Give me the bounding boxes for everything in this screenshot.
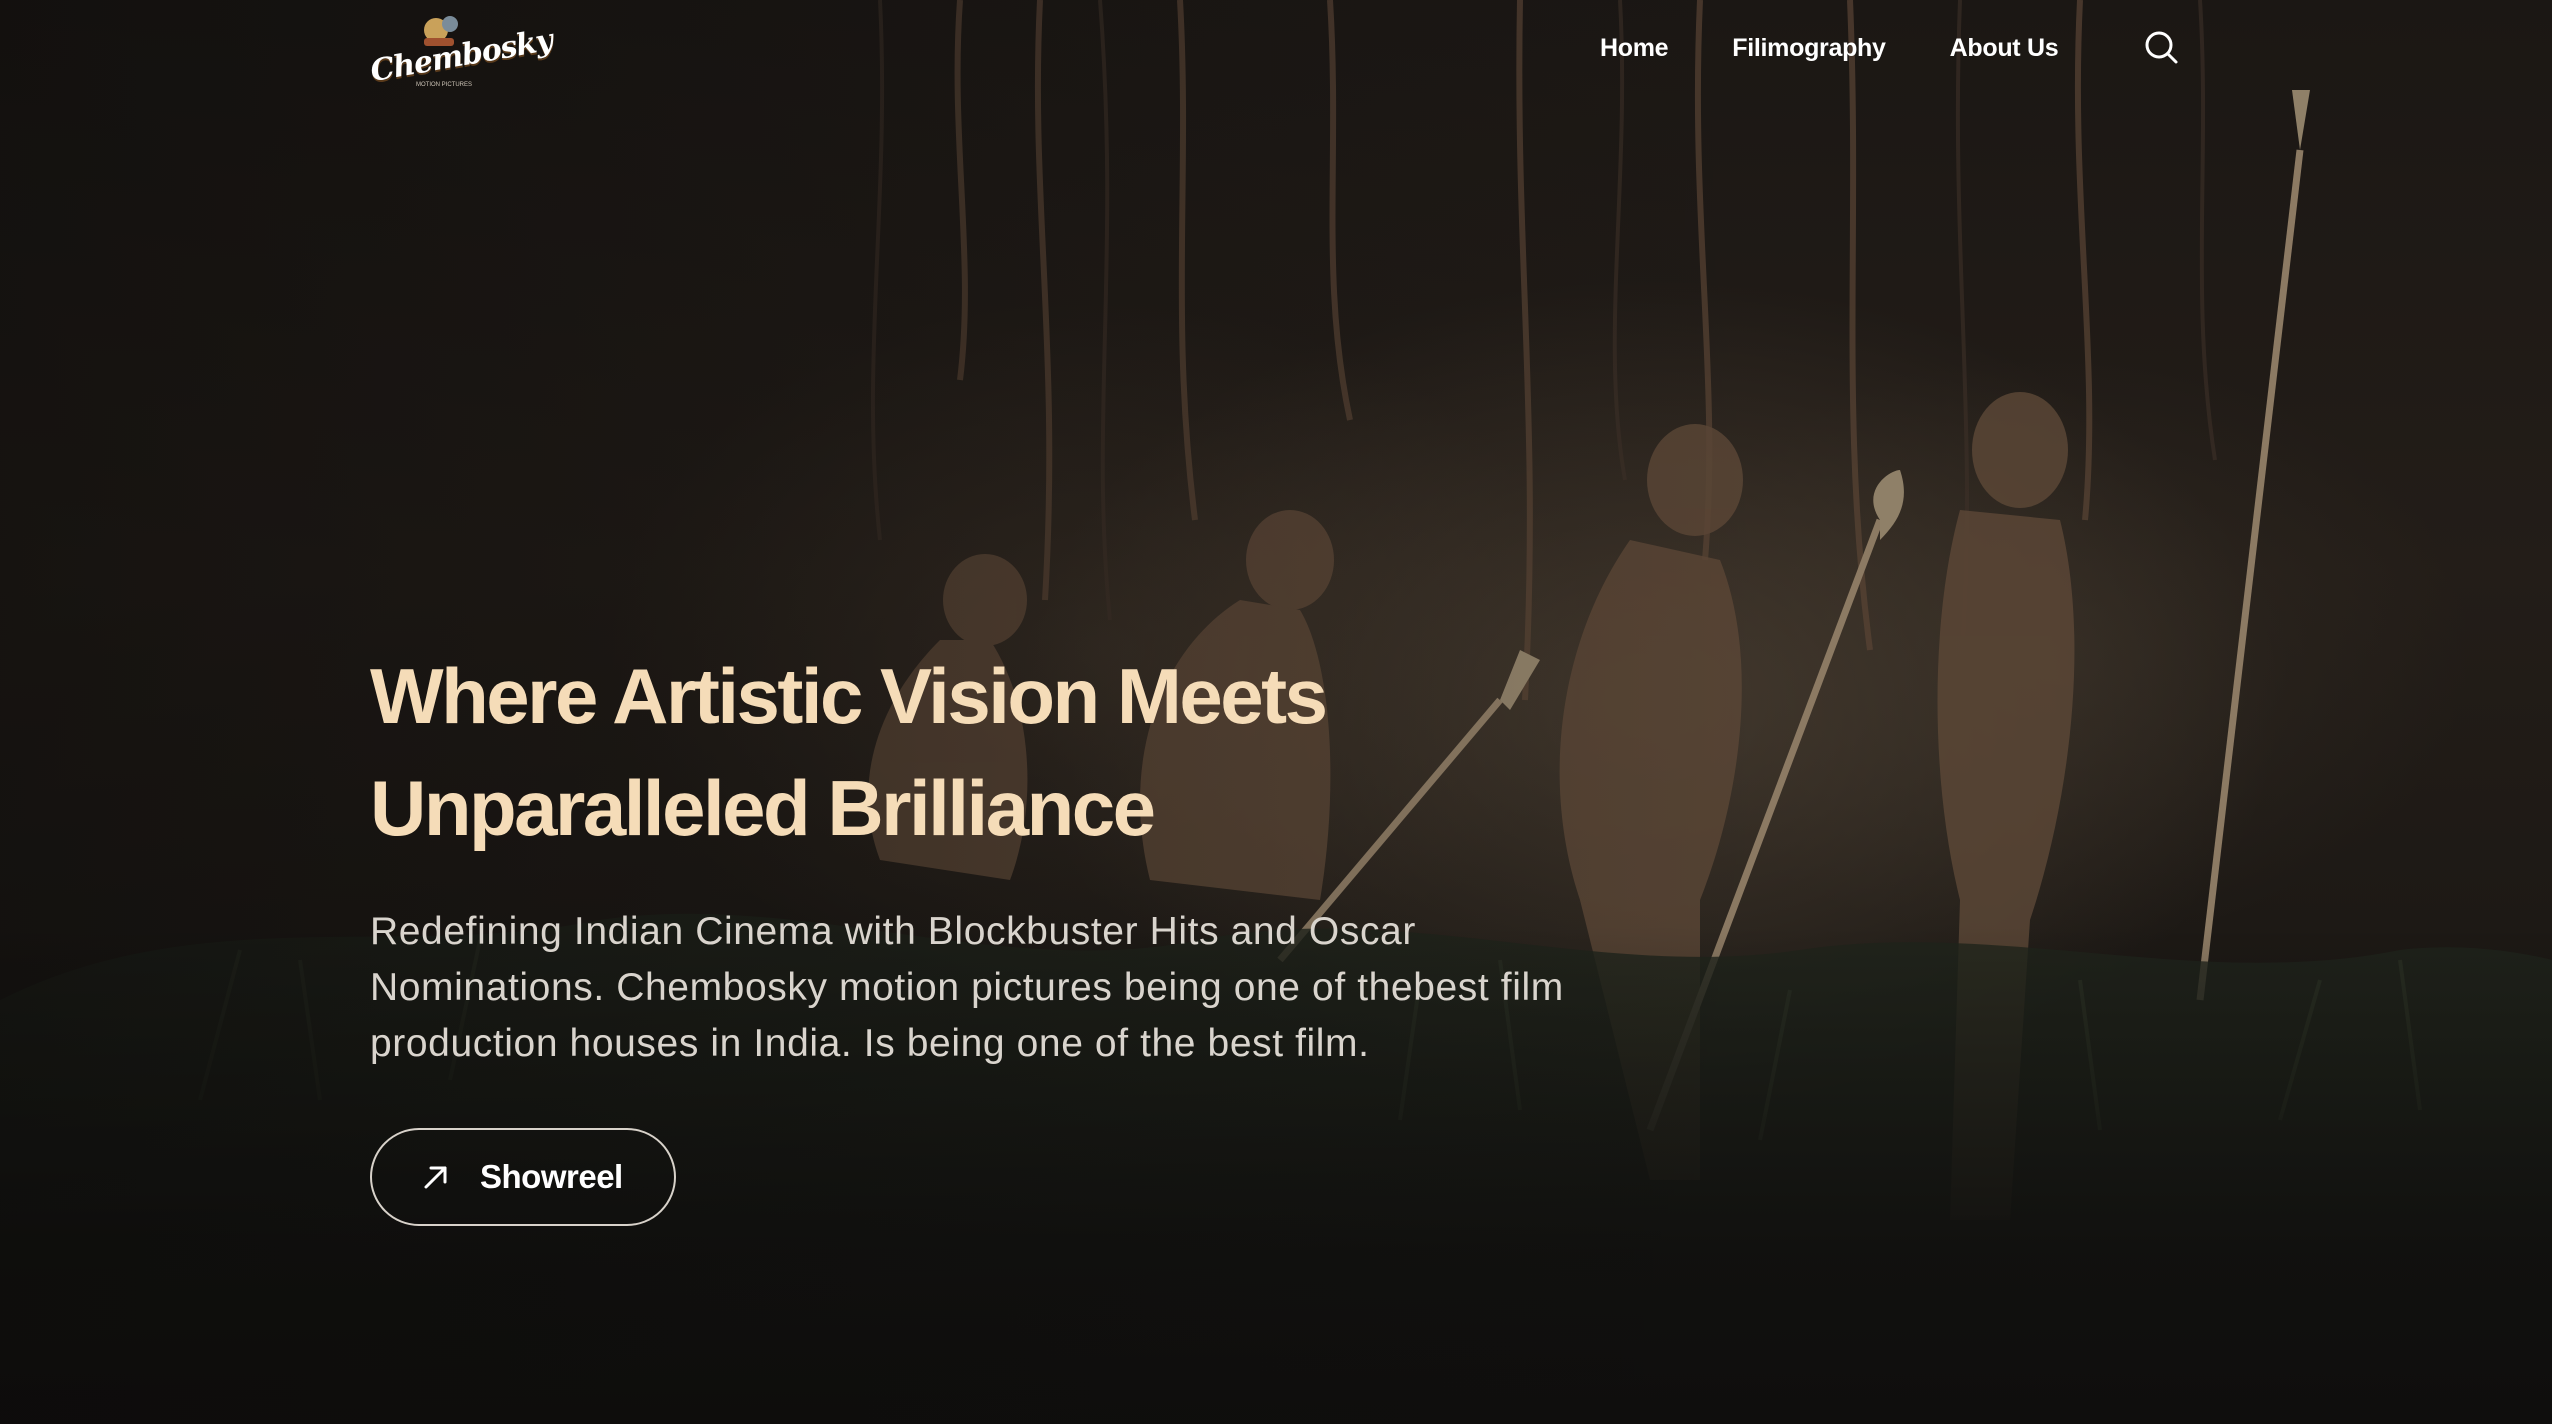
nav-item-about-us[interactable]: About Us [1950,34,2059,63]
hero-subtitle-line-2: Nominations. Chembosky motion pictures b… [370,966,1564,1009]
site-logo[interactable]: Chembosky MOTION PICTURES [368,10,555,89]
hero-subtitle: Redefining Indian Cinema with Blockbuste… [370,904,1730,1072]
hero-section: Chembosky MOTION PICTURES Home Filimogra… [0,0,2552,1424]
nav-item-filmography[interactable]: Filimography [1732,34,1886,63]
nav-item-home[interactable]: Home [1600,34,1669,63]
search-icon[interactable] [2142,28,2180,66]
hero-headline-line-1: Where Artistic Vision Meets [370,652,1328,740]
hero-subtitle-line-1: Redefining Indian Cinema with Blockbuste… [370,910,1416,953]
hero-headline: Where Artistic Vision Meets Unparalleled… [370,640,1870,864]
site-header: Chembosky MOTION PICTURES Home Filimogra… [0,0,2552,96]
showreel-button[interactable]: Showreel [370,1128,676,1226]
main-nav: Home Filimography About Us [1600,28,2122,68]
hero-subtitle-line-3: production houses in India. Is being one… [370,1022,1370,1065]
logo-tagline: MOTION PICTURES [416,82,473,88]
arrow-up-right-icon [424,1166,447,1189]
hero-headline-line-2: Unparalleled Brilliance [370,764,1156,852]
showreel-label: Showreel [480,1158,623,1195]
